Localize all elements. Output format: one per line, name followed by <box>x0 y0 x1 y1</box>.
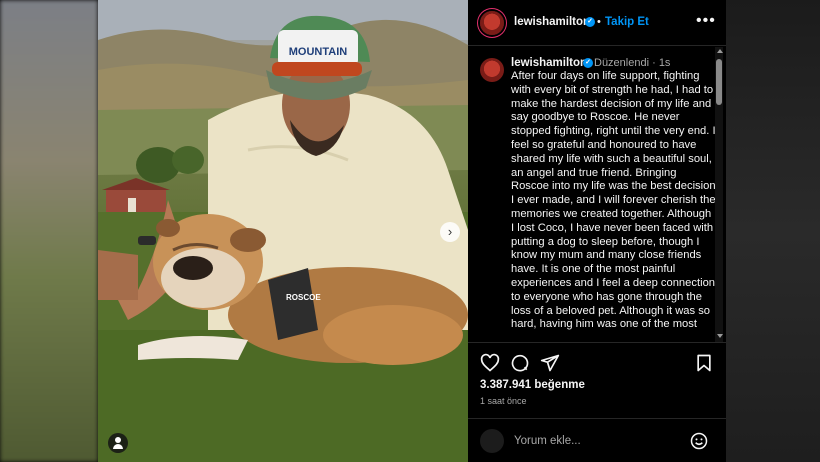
caption-area: lewishamilton ✓ Düzenlendi · 1s After fo… <box>468 47 726 342</box>
scroll-up-arrow-icon[interactable] <box>717 49 723 53</box>
header-username[interactable]: lewishamilton <box>514 16 590 28</box>
caption-username[interactable]: lewishamilton <box>511 57 587 69</box>
comment-bar <box>468 418 726 462</box>
avatar[interactable] <box>480 11 504 35</box>
blurred-backdrop-left <box>0 0 98 462</box>
action-bar: 3.387.941 beğenme 1 saat önce <box>468 342 726 418</box>
verified-icon: ✓ <box>585 17 595 27</box>
caption-text: After four days on life support, fightin… <box>511 70 716 331</box>
post-side-panel: lewishamilton ✓ • Takip Et ••• lewishami… <box>468 0 726 462</box>
bookmark-icon[interactable] <box>694 353 714 373</box>
comment-icon[interactable] <box>510 353 530 373</box>
cap-logo-text: MOUNTAIN <box>289 46 348 58</box>
separator-dot: • <box>597 16 601 28</box>
post-image[interactable]: MOUNTAIN ROSCOE <box>98 0 468 462</box>
scroll-down-arrow-icon[interactable] <box>717 334 723 338</box>
more-options-icon[interactable]: ••• <box>696 12 716 30</box>
heart-icon[interactable] <box>480 353 500 373</box>
comment-input[interactable] <box>514 433 674 449</box>
like-count[interactable]: 3.387.941 beğenme <box>480 379 585 391</box>
caption-meta: Düzenlendi · 1s <box>594 57 671 69</box>
verified-icon: ✓ <box>583 58 593 68</box>
emoji-icon[interactable] <box>689 431 709 451</box>
current-user-avatar <box>480 429 504 453</box>
harness-text: ROSCOE <box>286 293 321 302</box>
post-timestamp[interactable]: 1 saat önce <box>480 396 527 406</box>
user-tag-icon[interactable] <box>108 433 128 453</box>
next-arrow-icon[interactable]: › <box>440 222 460 242</box>
share-icon[interactable] <box>540 353 560 373</box>
blurred-backdrop-right <box>726 0 820 462</box>
scrollbar-thumb[interactable] <box>716 59 722 105</box>
caption-avatar[interactable] <box>480 58 504 82</box>
post-photo-illustration: MOUNTAIN ROSCOE <box>98 0 468 462</box>
post-header: lewishamilton ✓ • Takip Et ••• <box>468 0 726 46</box>
follow-button[interactable]: Takip Et <box>605 16 649 28</box>
